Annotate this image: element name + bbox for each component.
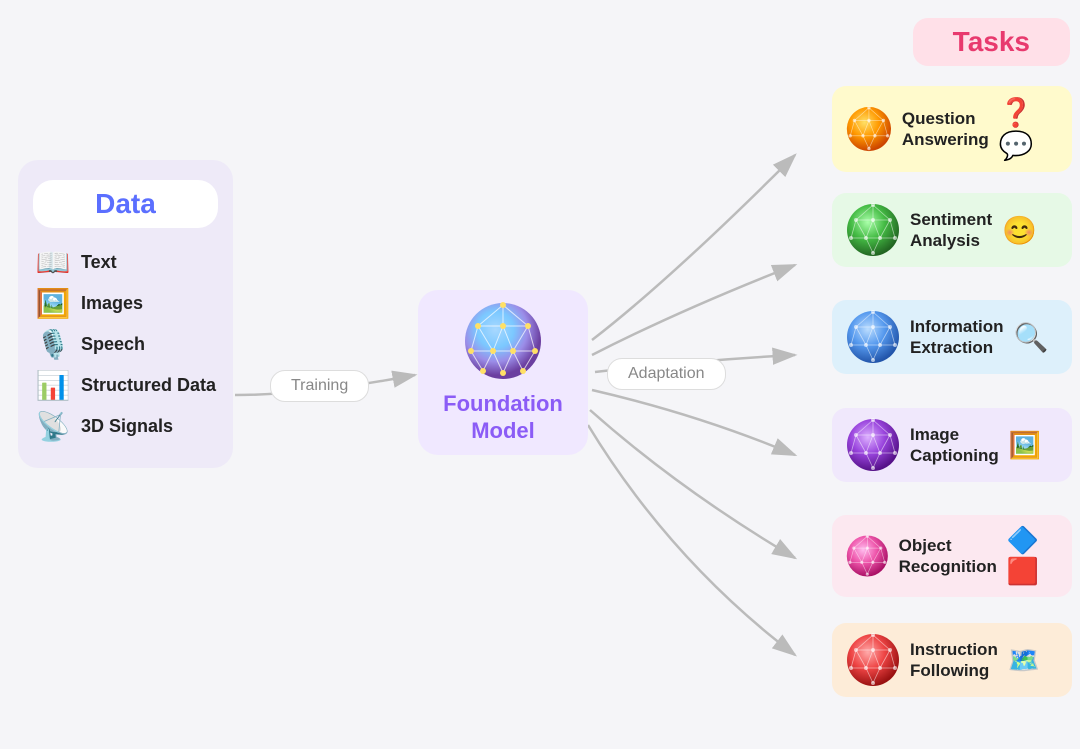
object-label: Object Recognition xyxy=(899,536,997,576)
info-sphere-icon xyxy=(846,310,900,364)
caption-icon: 🖼️ xyxy=(1009,430,1041,461)
caption-task-text: Image Captioning xyxy=(910,424,999,467)
instruction-task-text: Instruction Following xyxy=(910,639,998,682)
sentiment-task-text: Sentiment Analysis xyxy=(910,209,992,252)
instruction-icon: 🗺️ xyxy=(1008,645,1040,676)
sentiment-label: Sentiment Analysis xyxy=(910,210,992,250)
data-panel: Data 📖 Text 🖼️ Images 🎙️ Speech 📊 Struct… xyxy=(18,160,233,468)
tasks-title: Tasks xyxy=(953,26,1030,57)
task-card-info: Information Extraction 🔍 xyxy=(832,300,1072,374)
object-task-text: Object Recognition xyxy=(899,535,997,578)
training-text: Training xyxy=(291,377,348,394)
task-card-object: Object Recognition 🔷🟥 xyxy=(832,515,1072,597)
instruction-sphere-icon xyxy=(846,633,900,687)
training-label: Training xyxy=(270,370,369,402)
speech-icon: 🎙️ xyxy=(33,328,73,361)
object-icon: 🔷🟥 xyxy=(1007,525,1058,587)
data-item-images-label: Images xyxy=(81,293,143,314)
data-item-speech: 🎙️ Speech xyxy=(33,328,218,361)
tasks-title-box: Tasks xyxy=(913,18,1070,66)
sentiment-icon: 😊 xyxy=(1002,214,1037,247)
foundation-title: Foundation Model xyxy=(443,391,563,444)
task-card-sentiment: Sentiment Analysis 😊 xyxy=(832,193,1072,267)
data-item-text: 📖 Text xyxy=(33,246,218,279)
data-item-text-label: Text xyxy=(81,252,117,273)
foundation-sphere-icon xyxy=(463,301,543,381)
images-icon: 🖼️ xyxy=(33,287,73,320)
structured-icon: 📊 xyxy=(33,369,73,402)
data-item-speech-label: Speech xyxy=(81,334,145,355)
3d-icon: 📡 xyxy=(33,410,73,443)
task-card-qa: Question Answering ❓💬 xyxy=(832,86,1072,172)
data-item-images: 🖼️ Images xyxy=(33,287,218,320)
adaptation-label: Adaptation xyxy=(607,358,726,390)
data-title: Data xyxy=(95,188,156,219)
info-label: Information Extraction xyxy=(910,317,1004,357)
qa-task-text: Question Answering xyxy=(902,108,989,151)
task-card-instruction: Instruction Following 🗺️ xyxy=(832,623,1072,697)
qa-label: Question Answering xyxy=(902,109,989,149)
qa-sphere-icon xyxy=(846,102,892,156)
data-title-box: Data xyxy=(33,180,218,228)
qa-icon: ❓💬 xyxy=(999,96,1058,162)
data-item-structured: 📊 Structured Data xyxy=(33,369,218,402)
instruction-label: Instruction Following xyxy=(910,640,998,680)
info-task-text: Information Extraction xyxy=(910,316,1004,359)
caption-label: Image Captioning xyxy=(910,425,999,465)
data-item-3d-label: 3D Signals xyxy=(81,416,173,437)
caption-sphere-icon xyxy=(846,418,900,472)
data-item-structured-label: Structured Data xyxy=(81,375,216,396)
foundation-model-box: Foundation Model xyxy=(418,290,588,455)
sentiment-sphere-icon xyxy=(846,203,900,257)
data-item-3d: 📡 3D Signals xyxy=(33,410,218,443)
adaptation-text: Adaptation xyxy=(628,365,705,382)
info-icon: 🔍 xyxy=(1014,321,1049,354)
task-card-caption: Image Captioning 🖼️ xyxy=(832,408,1072,482)
object-sphere-icon xyxy=(846,529,889,583)
text-icon: 📖 xyxy=(33,246,73,279)
data-items: 📖 Text 🖼️ Images 🎙️ Speech 📊 Structured … xyxy=(33,246,218,443)
